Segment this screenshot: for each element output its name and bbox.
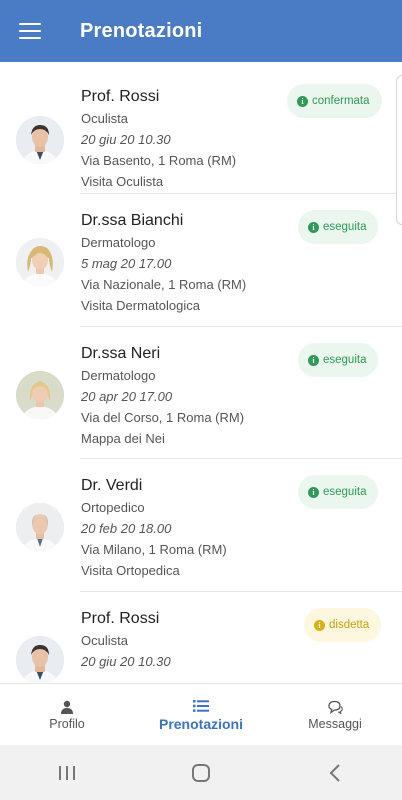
info-icon: i: [314, 619, 325, 631]
doctor-name: Dr. Verdi: [81, 477, 143, 494]
booking-card[interactable]: Dr. Verdi Ortopedico 20 feb 20 18.00 Via…: [0, 459, 402, 592]
doctor-name: Prof. Rossi: [81, 88, 160, 105]
doctor-name: Dr.ssa Bianchi: [81, 212, 184, 229]
booking-info: Dr.ssa Bianchi Dermatologo 5 mag 20 17.0…: [81, 210, 291, 316]
user-icon: [61, 700, 73, 714]
status-label: disdetta: [329, 619, 370, 631]
info-icon: i: [308, 354, 319, 366]
specialty: Dermatologo: [81, 235, 156, 250]
booking-info: Dr. Verdi Ortopedico 20 feb 20 18.00 Via…: [81, 475, 291, 581]
visit-type: Visita Dermatologica: [81, 298, 200, 313]
visit-type: Visita Oculista: [81, 174, 164, 189]
bottom-navigation: Profilo Prenotazioni Messaggi: [0, 683, 402, 746]
booking-card[interactable]: Dr.ssa Neri Dermatologo 20 apr 20 17.00 …: [0, 327, 402, 459]
system-navigation-bar: [0, 745, 402, 800]
home-icon: [192, 763, 210, 782]
address: Via Milano, 1 Roma (RM): [81, 542, 227, 557]
status-label: confermata: [312, 95, 370, 107]
appointment-datetime: 20 giu 20 10.30: [81, 132, 171, 147]
scroll-indicator[interactable]: [396, 75, 402, 225]
specialty: Dermatologo: [81, 368, 156, 383]
booking-card[interactable]: Prof. Rossi Oculista 20 giu 20 10.30 Via…: [0, 62, 402, 194]
status-badge: i eseguita: [298, 475, 379, 509]
booking-info: Prof. Rossi Oculista 20 giu 20 10.30 Via…: [81, 86, 291, 192]
booking-info: Dr.ssa Neri Dermatologo 20 apr 20 17.00 …: [81, 343, 291, 449]
appointment-datetime: 20 feb 20 18.00: [81, 521, 172, 536]
status-badge: i eseguita: [298, 210, 379, 244]
doctor-avatar: [16, 636, 64, 683]
recent-apps-button[interactable]: [37, 753, 97, 793]
recent-apps-icon: [59, 765, 75, 780]
page-title: Prenotazioni: [80, 19, 203, 42]
info-icon: i: [308, 221, 319, 233]
address: Via Nazionale, 1 Roma (RM): [81, 277, 247, 292]
appointment-datetime: 20 apr 20 17.00: [81, 389, 173, 404]
booking-card[interactable]: Dr.ssa Bianchi Dermatologo 5 mag 20 17.0…: [0, 194, 402, 327]
info-icon: i: [308, 486, 319, 498]
status-badge: i disdetta: [304, 608, 382, 642]
address: Via Basento, 1 Roma (RM): [81, 153, 237, 168]
hamburger-menu-icon: [19, 23, 41, 39]
nav-bookings-label: Prenotazioni: [158, 715, 243, 732]
doctor-avatar: [16, 503, 64, 551]
bookings-list: Prof. Rossi Oculista 20 giu 20 10.30 Via…: [0, 62, 402, 683]
back-button[interactable]: [305, 753, 365, 793]
doctor-name: Dr.ssa Neri: [81, 345, 161, 362]
doctor-name: Prof. Rossi: [81, 610, 160, 627]
appointment-datetime: 20 giu 20 10.30: [81, 654, 171, 669]
status-badge: i confermata: [287, 84, 382, 118]
specialty: Oculista: [81, 633, 128, 648]
list-icon: [193, 699, 209, 712]
status-label: eseguita: [323, 486, 367, 498]
status-badge: i eseguita: [298, 343, 379, 377]
doctor-avatar: [16, 238, 64, 286]
nav-bookings[interactable]: Prenotazioni: [134, 684, 268, 746]
info-icon: i: [297, 95, 308, 107]
doctor-avatar: [16, 371, 64, 419]
status-label: eseguita: [323, 221, 367, 233]
address: Via del Corso, 1 Roma (RM): [81, 410, 245, 425]
booking-card[interactable]: Prof. Rossi Oculista 20 giu 20 10.30 i di…: [0, 592, 402, 683]
specialty: Oculista: [81, 111, 128, 126]
nav-messages[interactable]: Messaggi: [268, 684, 402, 746]
appointment-datetime: 5 mag 20 17.00: [81, 256, 172, 271]
nav-messages-label: Messaggi: [308, 716, 362, 731]
menu-button[interactable]: [0, 0, 60, 62]
doctor-avatar: [16, 116, 64, 164]
specialty: Ortopedico: [81, 500, 145, 515]
nav-profile[interactable]: Profilo: [0, 684, 134, 746]
nav-profile-label: Profilo: [49, 716, 85, 731]
visit-type: Visita Ortopedica: [81, 563, 180, 578]
back-icon: [329, 763, 340, 782]
home-button[interactable]: [171, 753, 231, 793]
app-bar: Prenotazioni: [0, 0, 402, 62]
visit-type: Mappa dei Nei: [81, 431, 165, 446]
status-label: eseguita: [323, 354, 367, 366]
chat-icon: [327, 700, 343, 714]
booking-info: Prof. Rossi Oculista 20 giu 20 10.30: [81, 608, 291, 672]
